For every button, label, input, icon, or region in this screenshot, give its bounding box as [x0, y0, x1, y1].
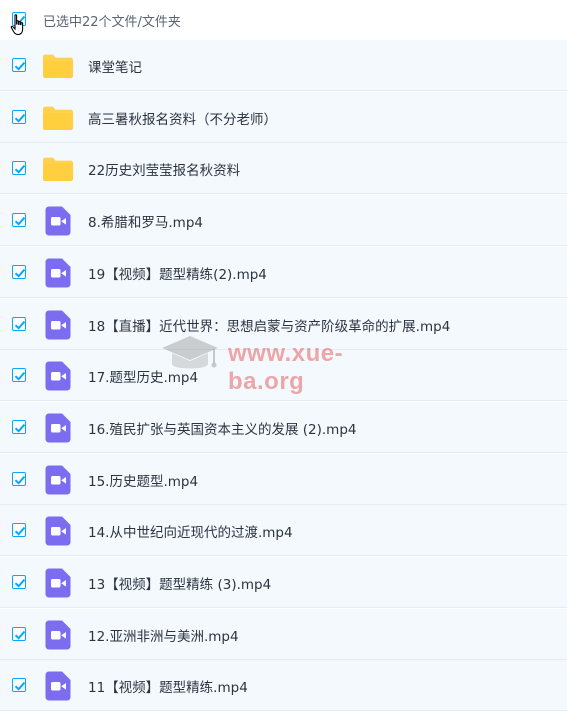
- checkmark-icon: [14, 578, 26, 588]
- watermark-text: www.xue-ba.org: [228, 340, 344, 395]
- graduation-cap-icon: [162, 336, 218, 369]
- file-checkbox[interactable]: [12, 264, 26, 279]
- file-checkbox[interactable]: [12, 419, 26, 434]
- file-name[interactable]: 12.亚洲非洲与美洲.mp4: [88, 625, 239, 645]
- file-checkbox[interactable]: [12, 161, 26, 176]
- hand-cursor-icon: [10, 14, 24, 36]
- file-row[interactable]: 14.从中世纪向近现代的过渡.mp4: [0, 505, 567, 557]
- file-name[interactable]: 14.从中世纪向近现代的过渡.mp4: [88, 521, 293, 541]
- video-file-icon: [45, 620, 71, 654]
- video-file-icon: [45, 516, 71, 550]
- video-file-icon: [45, 671, 71, 705]
- file-row[interactable]: 课堂笔记: [0, 40, 567, 91]
- file-name[interactable]: 11【视频】题型精练.mp4: [88, 676, 248, 696]
- file-row[interactable]: 15.历史题型.mp4: [0, 453, 567, 505]
- file-checkbox[interactable]: [12, 678, 26, 693]
- checkmark-icon: [14, 527, 26, 536]
- checkmark-icon: [14, 475, 26, 485]
- checkmark-icon: [14, 372, 26, 381]
- file-name[interactable]: 16.殖民扩张与英国资本主义的发展 (2).mp4: [88, 418, 356, 438]
- video-file-icon: [45, 361, 71, 395]
- file-name[interactable]: 15.历史题型.mp4: [88, 470, 198, 490]
- checkmark-icon: [14, 423, 26, 433]
- file-name[interactable]: 8.希腊和罗马.mp4: [88, 211, 203, 231]
- video-file-icon: [45, 568, 71, 602]
- file-checkbox[interactable]: [12, 316, 26, 331]
- file-name[interactable]: 19【视频】题型精练(2).mp4: [88, 263, 267, 283]
- file-name[interactable]: 13【视频】题型精练 (3).mp4: [88, 573, 271, 593]
- folder-icon: [42, 156, 74, 186]
- checkmark-icon: [14, 682, 26, 692]
- checkmark-icon: [14, 61, 26, 71]
- video-file-icon: [45, 465, 71, 499]
- file-row[interactable]: 16.殖民扩张与英国资本主义的发展 (2).mp4: [0, 401, 567, 453]
- file-checkbox[interactable]: [12, 109, 26, 124]
- file-checkbox[interactable]: [12, 58, 26, 72]
- video-file-icon: [45, 206, 71, 240]
- file-row[interactable]: 11【视频】题型精练.mp4: [0, 660, 567, 712]
- file-row[interactable]: 13【视频】题型精练 (3).mp4: [0, 557, 567, 608]
- file-row[interactable]: 高三暑秋报名资料（不分老师）: [0, 91, 567, 143]
- file-row[interactable]: 8.希腊和罗马.mp4: [0, 195, 567, 247]
- selection-header: 已选中22个文件/文件夹: [0, 0, 567, 40]
- checkmark-icon: [14, 217, 26, 226]
- file-name[interactable]: 22历史刘莹莹报名秋资料: [88, 159, 240, 179]
- file-name[interactable]: 高三暑秋报名资料（不分老师）: [88, 108, 277, 128]
- checkmark-icon: [14, 113, 26, 123]
- folder-icon: [42, 105, 74, 135]
- file-checkbox[interactable]: [12, 213, 26, 228]
- file-checkbox[interactable]: [12, 626, 26, 641]
- watermark: www.xue-ba.org: [158, 330, 418, 395]
- file-checkbox[interactable]: [12, 523, 26, 538]
- checkmark-icon: [14, 268, 26, 278]
- file-checkbox[interactable]: [12, 471, 26, 486]
- file-checkbox[interactable]: [12, 368, 26, 383]
- video-file-icon: [45, 310, 71, 344]
- file-name[interactable]: 课堂笔记: [88, 56, 142, 76]
- checkmark-icon: [14, 320, 26, 330]
- file-row[interactable]: 12.亚洲非洲与美洲.mp4: [0, 608, 567, 660]
- file-checkbox[interactable]: [12, 575, 26, 589]
- file-row[interactable]: 19【视频】题型精练(2).mp4: [0, 246, 567, 298]
- video-file-icon: [45, 413, 71, 447]
- video-file-icon: [45, 258, 71, 292]
- checkmark-icon: [14, 630, 26, 640]
- checkmark-icon: [14, 165, 26, 175]
- file-row[interactable]: 22历史刘莹莹报名秋资料: [0, 143, 567, 195]
- folder-icon: [42, 53, 74, 83]
- selection-count-text: 已选中22个文件/文件夹: [43, 15, 181, 30]
